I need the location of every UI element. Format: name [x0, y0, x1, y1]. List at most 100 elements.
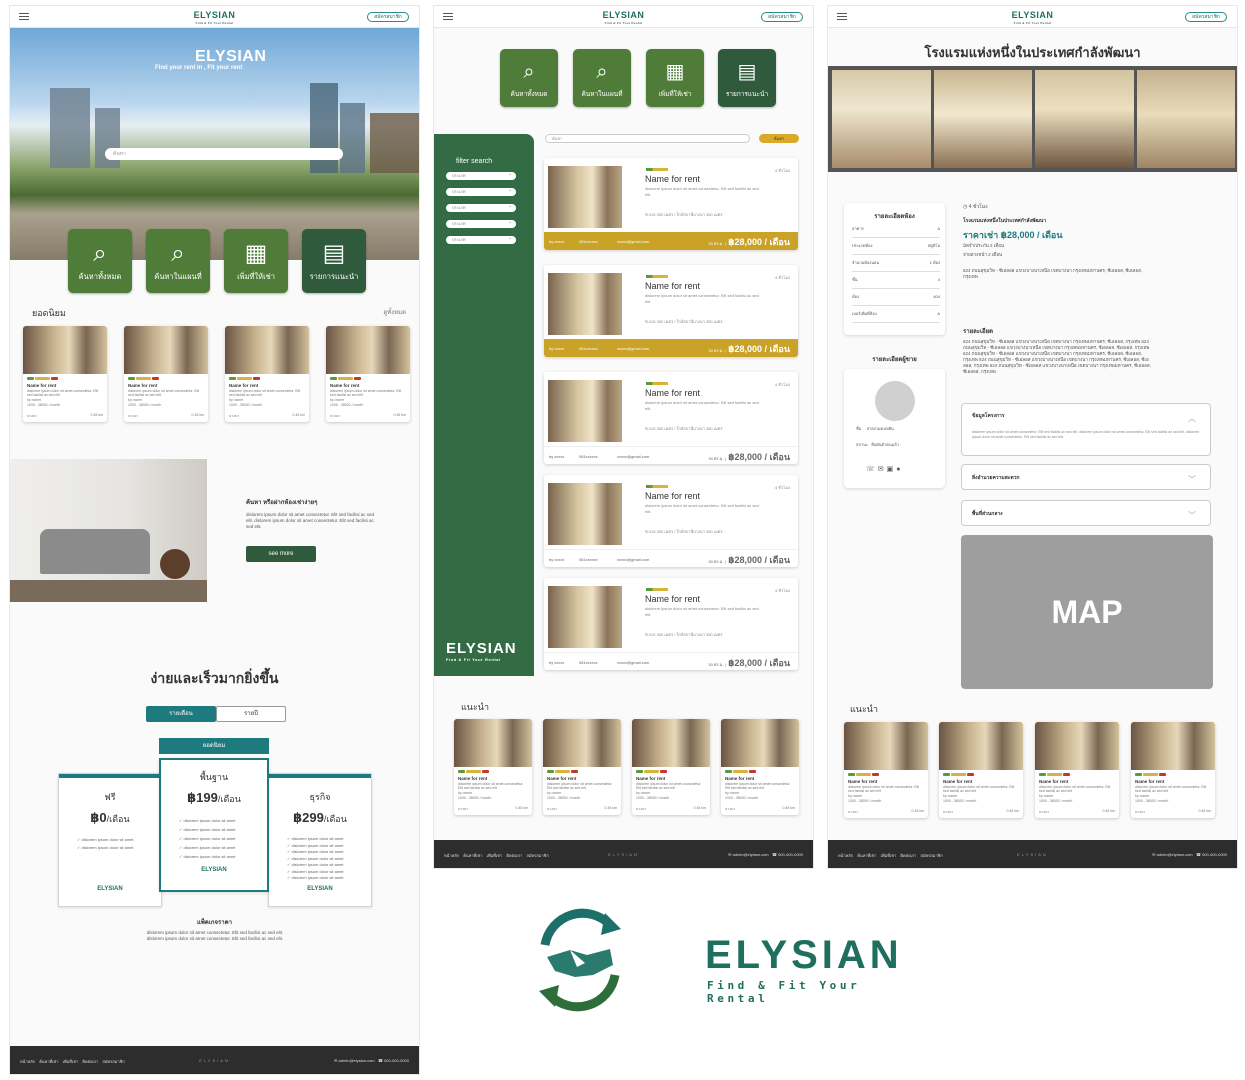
list-page: ELYSIAN Find & Fit Your Rental สมัครสมาชิ…: [433, 5, 814, 869]
recommend-card-2[interactable]: Name for rent dislorem ipsum dolor sit am…: [543, 719, 621, 815]
listing-card-2[interactable]: Name for rent dislorem ipsum dolor sit a…: [544, 265, 798, 357]
popular-card-4[interactable]: Name for rent dislorem ipsum dolor sit am…: [326, 326, 410, 422]
recommend-card-3[interactable]: Name for rent dislorem ipsum dolor sit am…: [632, 719, 710, 815]
listing-location: ซ.015 300 เมตร / ใกล้สถานีบางนา 350 เมตร: [645, 632, 723, 637]
detail-name: โรงแรมแห่งหนึ่งในประเทศกำลังพัฒนา: [963, 218, 1047, 224]
list-search-input[interactable]: ค้นหา: [545, 134, 750, 143]
header-logo[interactable]: ELYSIAN Find & Fit Your Rental: [603, 11, 645, 27]
photo-gallery[interactable]: [828, 66, 1237, 172]
logo-wordmark: ELYSIAN: [705, 933, 903, 977]
recommend-title: แนะนำ: [461, 702, 489, 712]
listing-card-5[interactable]: Name for rent dislorem ipsum dolor sit a…: [544, 578, 798, 670]
hero-search-input[interactable]: ค้นหา: [105, 148, 343, 160]
hamburger-icon[interactable]: [837, 13, 847, 20]
register-button[interactable]: สมัครสมาชิก: [761, 12, 803, 22]
listing-location: ซ.015 300 เมตร / ใกล้สถานีบางนา 350 เมตร: [645, 529, 723, 534]
hero-banner: ELYSIAN Find your rent in , Fit your ren…: [10, 28, 419, 260]
search-map-button[interactable]: ⌕ ค้นหาในแผนที่: [573, 49, 631, 107]
home-page: ELYSIAN Find & Fit Your Rental สมัครสมาชิ…: [9, 5, 420, 1075]
listing-desc: dislorem ipsum dolor sit amet consectetu…: [645, 606, 759, 617]
recommend-card-4[interactable]: Name for rent dislorem ipsum dolor sit am…: [1131, 722, 1215, 818]
see-all-link[interactable]: ดูทั้งหมด: [383, 307, 406, 317]
plan-name: ฟรี: [104, 792, 116, 802]
listing-time: 4 ชั่วโมง: [774, 275, 790, 280]
list-search-button[interactable]: ค้นหา: [759, 134, 799, 143]
filter-select-5[interactable]: ประเภท: [446, 234, 516, 244]
listing-time: 4 ชั่วโมง: [774, 588, 790, 593]
detail-page: ELYSIAN Find & Fit Your Rental สมัครสมาชิ…: [827, 5, 1238, 869]
search-map-button[interactable]: ⌕ ค้นหาในแผนที่: [146, 229, 210, 293]
toggle-year-button[interactable]: รายปี: [216, 706, 286, 722]
common-area-accordion[interactable]: พื้นที่ส่วนกลาง ﹀: [961, 500, 1211, 526]
hamburger-icon[interactable]: [19, 13, 29, 20]
plan-business-card[interactable]: ธุรกิจ ฿299/เดือน ✓ dislorem ipsum dolor…: [268, 773, 372, 907]
plan-features: ✓ dislorem ipsum dolor sit amet ✓ dislore…: [179, 818, 236, 859]
plan-basic-card[interactable]: พื้นฐาน ฿199/เดือน ✓ dislorem ipsum dolo…: [159, 758, 269, 892]
recommend-card-4[interactable]: Name for rent dislorem ipsum dolor sit am…: [721, 719, 799, 815]
recommend-card-2[interactable]: Name for rent dislorem ipsum dolor sit am…: [939, 722, 1023, 818]
search-all-button[interactable]: ⌕ ค้นหาทั้งหมด: [500, 49, 558, 107]
register-button[interactable]: สมัครสมาชิก: [367, 12, 409, 22]
listing-name: Name for rent: [645, 281, 701, 291]
map-placeholder[interactable]: MAP: [961, 535, 1213, 689]
popular-card-1[interactable]: Name for rent dislorem ipsum dolor sit am…: [23, 326, 107, 422]
filter-select-3[interactable]: ประเภท: [446, 202, 516, 212]
package-text: dislorem ipsum dolor sit amet consectetu…: [146, 930, 284, 941]
footer-brand: ELYSIAN: [1017, 852, 1048, 857]
footer-links[interactable]: หน้าหลัก ค้นหาที่เช่า เพิ่มที่เช่า ติดต่…: [444, 852, 549, 859]
detail-deposit: มัดจำ/ประกัน 2 เดือน: [963, 243, 1005, 248]
listing-footer: by xxxxx 081xxxxxx xxxxx@gmail.com 30 ตร.ม.…: [544, 652, 798, 670]
filter-select-1[interactable]: ประเภท: [446, 170, 516, 180]
footer-links[interactable]: หน้าหลัก ค้นหาที่เช่า เพิ่มที่เช่า ติดต่…: [20, 1058, 125, 1065]
filter-select-4[interactable]: ประเภท: [446, 218, 516, 228]
room-detail-table: อาคาร A ประเภทห้อง สตูดิโอ จำนวนห้องนอน 1 ห…: [852, 221, 940, 323]
logo-tagline: Find & Fit Your Rental: [707, 979, 861, 1005]
footer-links[interactable]: หน้าหลัก ค้นหาที่เช่า เพิ่มที่เช่า ติดต่…: [838, 852, 943, 859]
filter-select-2[interactable]: ประเภท: [446, 186, 516, 196]
owner-contact-icons[interactable]: ☏✉▣●: [866, 465, 904, 473]
listing-name: Name for rent: [645, 174, 701, 184]
listing-footer: by xxxxx 081xxxxxx xxxxx@gmail.com 30 ตร.ม.…: [544, 339, 798, 357]
listing-image: [548, 166, 622, 228]
recommend-title: แนะนำ: [850, 704, 878, 714]
listing-desc: dislorem ipsum dolor sit amet consectetu…: [645, 293, 759, 304]
footer-brand: ELYSIAN: [608, 852, 639, 857]
package-title: แพ็คเกจราคา: [196, 920, 232, 926]
hero-subtitle: Find your rent in , Fit your rent: [155, 65, 243, 71]
toggle-month-button[interactable]: รายเดือน: [146, 706, 216, 722]
listing-card-3[interactable]: Name for rent dislorem ipsum dolor sit a…: [544, 372, 798, 464]
header-logo[interactable]: ELYSIAN Find & Fit Your Rental: [194, 11, 236, 27]
popular-card-2[interactable]: Name for rent dislorem ipsum dolor sit am…: [124, 326, 208, 422]
plan-price: ฿299/เดือน: [293, 810, 347, 825]
project-info-accordion[interactable]: ข้อมูลโครงการ dislorem ipsum dolor sit a…: [961, 403, 1211, 456]
add-rental-button[interactable]: ▦ เพิ่มที่ให้เช่า: [646, 49, 704, 107]
listing-footer: by xxxxx 081xxxxxx xxxxx@gmail.com 30 ตร.ม.…: [544, 232, 798, 250]
detail-time: ◷ 4 ชั่วโมง: [963, 204, 988, 210]
plan-logo: ELYSIAN: [307, 885, 333, 892]
listing-card-4[interactable]: Name for rent dislorem ipsum dolor sit a…: [544, 475, 798, 567]
recommend-card-1[interactable]: Name for rent dislorem ipsum dolor sit am…: [454, 719, 532, 815]
avatar: [875, 381, 915, 421]
recommend-button[interactable]: ▤ รายการแนะนำ: [718, 49, 776, 107]
listing-card-1[interactable]: Name for rent dislorem ipsum dolor sit a…: [544, 158, 798, 250]
plan-features: ✓ dislorem ipsum dolor sit amet ✓ dislore…: [287, 836, 344, 880]
search-map-icon: ⌕: [171, 240, 185, 267]
owner-status: สถานะ ยืนยันตัวตนแล้ว: [856, 442, 899, 447]
register-button[interactable]: สมัครสมาชิก: [1185, 12, 1227, 22]
listing-location: ซ.015 300 เมตร / ใกล้สถานีบางนา 350 เมตร: [645, 426, 723, 431]
room-detail-title: รายละเอียดห้อง: [874, 214, 915, 220]
search-building-icon: ⌕: [93, 240, 107, 267]
facilities-accordion[interactable]: สิ่งอำนวยความสะดวก ﹀: [961, 464, 1211, 490]
popular-card-3[interactable]: Name for rent dislorem ipsum dolor sit am…: [225, 326, 309, 422]
recommend-card-1[interactable]: Name for rent dislorem ipsum dolor sit am…: [844, 722, 928, 818]
hamburger-icon[interactable]: [443, 13, 453, 20]
add-rental-button[interactable]: ▦ เพิ่มที่ให้เช่า: [224, 229, 288, 293]
see-more-button[interactable]: see more: [246, 546, 316, 562]
search-all-button[interactable]: ⌕ ค้นหาทั้งหมด: [68, 229, 132, 293]
detail-address: 624 ถนนสุขุมวิท - ซีเอลอส แขวงบางนาเหนือ…: [963, 268, 1143, 279]
recommend-card-3[interactable]: Name for rent dislorem ipsum dolor sit am…: [1035, 722, 1119, 818]
recommend-button[interactable]: ▤ รายการแนะนำ: [302, 229, 366, 293]
footer-contact: ✉ admin@elysian.com ☎ 000-000-0000: [334, 1058, 409, 1063]
header-logo[interactable]: ELYSIAN Find & Fit Your Rental: [1012, 11, 1054, 27]
plan-free-card[interactable]: ฟรี ฿0/เดือน ✓ dislorem ipsum dolor sit …: [58, 773, 162, 907]
